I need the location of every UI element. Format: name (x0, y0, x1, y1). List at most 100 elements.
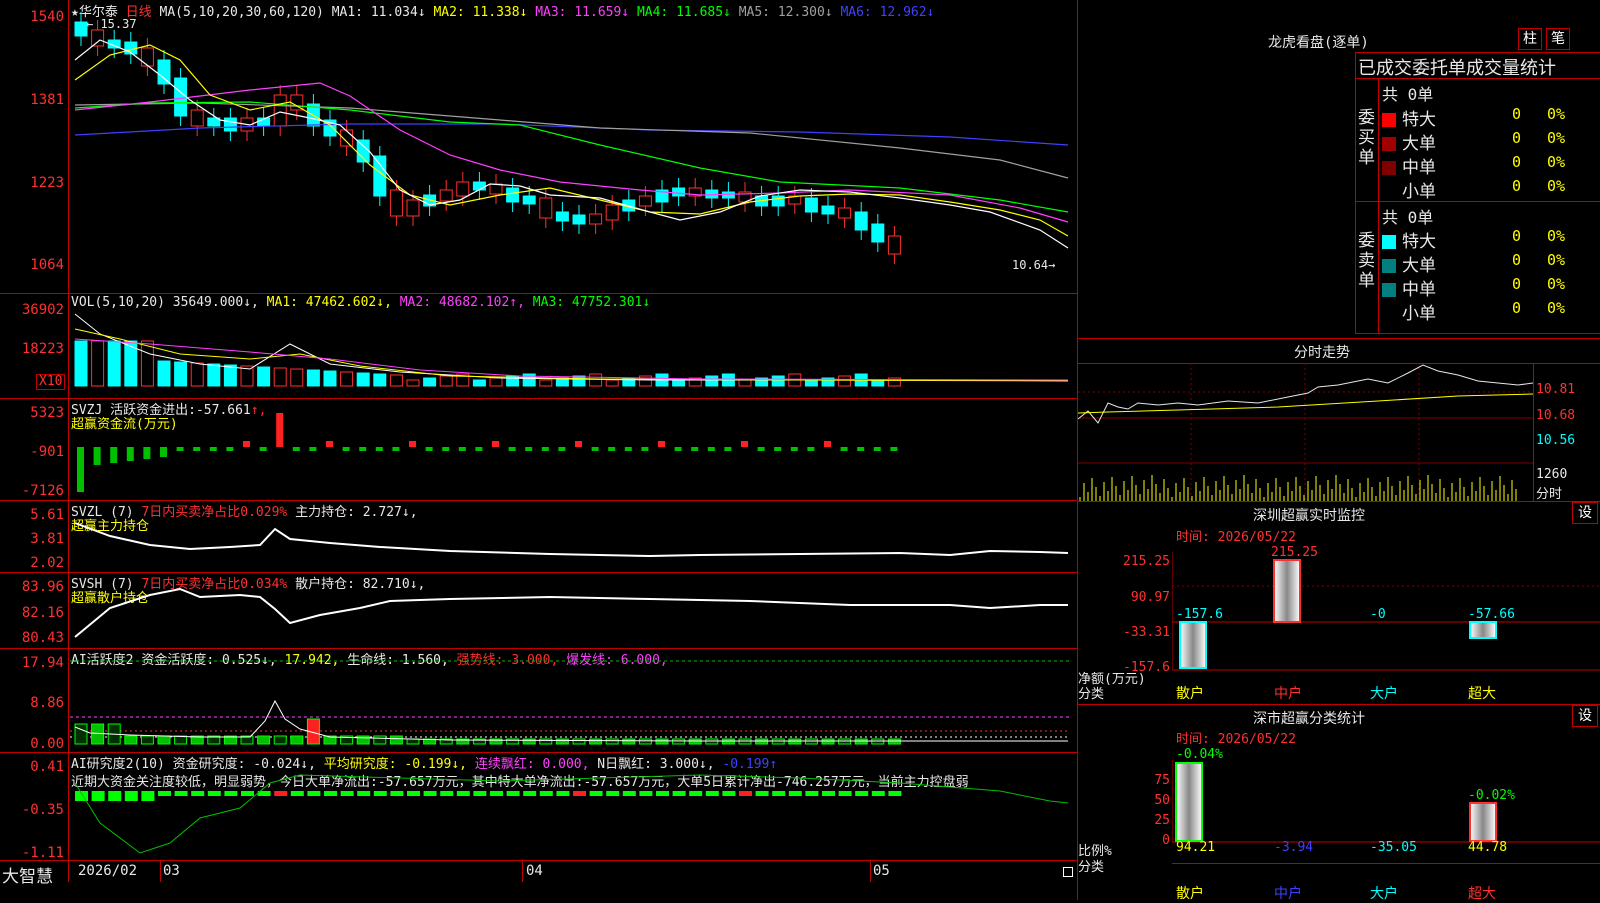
svzj-bar (110, 447, 118, 463)
ai-bar (257, 735, 271, 745)
svzj-bar (790, 447, 798, 451)
sz-class-settings-button[interactable]: 设 (1572, 705, 1598, 727)
volume-bar (871, 379, 885, 387)
candle-body (140, 47, 154, 67)
research-chart (74, 774, 1069, 854)
sz-class-cat-large: 大户 (1370, 886, 1398, 902)
sz-cat-large: 大户 (1370, 686, 1398, 702)
sz-class-panel[interactable]: 深市超赢分类统计 设 时间: 2026/05/22 75 50 25 0 比例%… (1078, 705, 1600, 902)
color-swatch (1382, 259, 1396, 273)
app-logo: 大智慧 (2, 867, 53, 887)
research-bar (91, 791, 105, 801)
candle-body (871, 223, 885, 243)
timeline-bar: 大智慧 2026/02 03 04 05 (0, 861, 1077, 887)
svzj-bar (824, 441, 831, 447)
sz-class-cat-retail: 散户 (1176, 886, 1204, 902)
price-panel[interactable]: 1540 1381 1223 1064 ★华尔泰 日线 MA(5,10,20,3… (0, 0, 1077, 293)
research-panel[interactable]: 0.41 -0.35 -1.11 AI研究度2(10) 资金研究度: -0.02… (0, 753, 1077, 860)
sz-value-mid: 215.25 (1271, 545, 1318, 560)
svzj-bar (558, 447, 566, 451)
volume-bar (356, 372, 370, 387)
ai-bar (74, 723, 88, 745)
svzj-bar (724, 447, 732, 451)
order-row: 小单 0 0% (1382, 177, 1600, 202)
research-bar (888, 791, 902, 796)
volume-bar (838, 375, 852, 387)
sz-class-cat-super: 超大 (1468, 886, 1496, 902)
svzj-panel[interactable]: 5323 -901 -7126 SVZJ 活跃资金进出:-57.661↑, 超赢… (0, 399, 1077, 500)
research-bar (606, 791, 620, 796)
svzj-bar (890, 447, 898, 451)
candle-body (721, 191, 735, 199)
research-bar (772, 791, 786, 796)
candle-body (522, 195, 536, 205)
intraday-period-label: 分时 (1536, 487, 1563, 502)
ai-bar (174, 735, 188, 745)
svzj-bar (409, 441, 416, 447)
ai-activity-panel[interactable]: 17.94 8.86 0.00 AI活跃度2 资金活跃度: 0.525↓, 17… (0, 649, 1077, 752)
order-row: 中单 0 0% (1382, 275, 1600, 300)
research-bar (174, 791, 188, 796)
svzj-bar (840, 447, 848, 451)
research-bar (357, 791, 371, 796)
svzj-bar (674, 447, 682, 451)
volume-bar (290, 368, 304, 387)
research-bar (871, 791, 885, 796)
svzj-chart (77, 413, 898, 492)
research-bar (672, 791, 686, 796)
research-bar (307, 791, 321, 796)
tick-mode-button[interactable]: 笔 (1546, 28, 1570, 50)
research-bar (656, 791, 669, 796)
candle-body (174, 77, 188, 117)
order-pct: 0% (1547, 153, 1566, 171)
research-bar (523, 791, 537, 796)
ai-white-line (74, 699, 1068, 742)
bar-mode-button[interactable]: 柱 (1518, 28, 1542, 50)
sz-monitor-settings-button[interactable]: 设 (1572, 502, 1598, 524)
svsh-panel[interactable]: 83.96 82.16 80.43 SVSH (7) 7日内买卖净占比0.034… (0, 573, 1077, 648)
intraday-chart (1078, 363, 1533, 501)
svzl-panel[interactable]: 5.61 3.81 2.02 SVZL (7) 7日内买卖净占比0.029% 主… (0, 501, 1077, 572)
sz-class-value-large: -35.05 (1370, 840, 1417, 855)
svzj-bar (326, 441, 333, 447)
svzj-bar (508, 447, 516, 451)
sz-monitor-xlabel: 分类 (1078, 687, 1105, 702)
sz-class-value-mid: -3.94 (1274, 840, 1314, 855)
sz-value-large: -0 (1370, 607, 1386, 622)
candle-body (555, 211, 569, 222)
volume-bar (605, 379, 619, 387)
order-pct: 0% (1547, 129, 1566, 147)
order-name: 小单 (1402, 182, 1436, 202)
svzj-bar (226, 447, 234, 451)
sell-rows: 特大 0 0% 大单 0 0% 中单 0 0% 小单 0 0% (1382, 227, 1600, 324)
volume-panel[interactable]: 36902 18223 X10 VOL(5,10,20) 35649.000↓,… (0, 294, 1077, 398)
sz-monitor-chart (1172, 552, 1600, 671)
order-row: 中单 0 0% (1382, 153, 1600, 178)
svzj-bar (276, 413, 284, 447)
ai-bar (721, 738, 735, 745)
svzj-bar (475, 447, 483, 451)
candle-body (439, 189, 453, 202)
ai-bar (572, 738, 586, 745)
buy-orders-label: 委买单 (1358, 108, 1375, 168)
research-bar (822, 791, 835, 796)
order-name: 中单 (1402, 158, 1436, 178)
research-bar (407, 791, 420, 796)
research-bar (456, 791, 470, 796)
sz-monitor-panel[interactable]: 深圳超赢实时监控 设 时间: 2026/05/22 215.25 90.97 -… (1078, 502, 1600, 704)
volume-bar (223, 364, 237, 387)
sz-bar-retail (1179, 621, 1207, 669)
research-bar (373, 791, 387, 796)
order-stats-box: 已成交委托单成交量统计 委买单 委卖单 共 0单 共 0单 特大 0 0% 大单 0 0%… (1355, 52, 1600, 334)
svzj-bar (160, 447, 167, 457)
color-swatch (1382, 235, 1396, 249)
ai-bar (838, 738, 852, 745)
lock-icon[interactable] (1063, 867, 1073, 877)
candle-body (539, 197, 553, 219)
color-swatch (1382, 113, 1396, 127)
dragon-tiger-panel[interactable]: 龙虎看盘(逐单) 柱 笔 已成交委托单成交量统计 委买单 委卖单 共 0单 共 … (1078, 0, 1600, 338)
ai-bar (539, 738, 553, 745)
intraday-panel[interactable]: 分时走势 10.81 10.68 10.56 1260 分时 (1078, 339, 1600, 502)
ma2-line (74, 44, 1069, 237)
research-bar (290, 791, 304, 796)
